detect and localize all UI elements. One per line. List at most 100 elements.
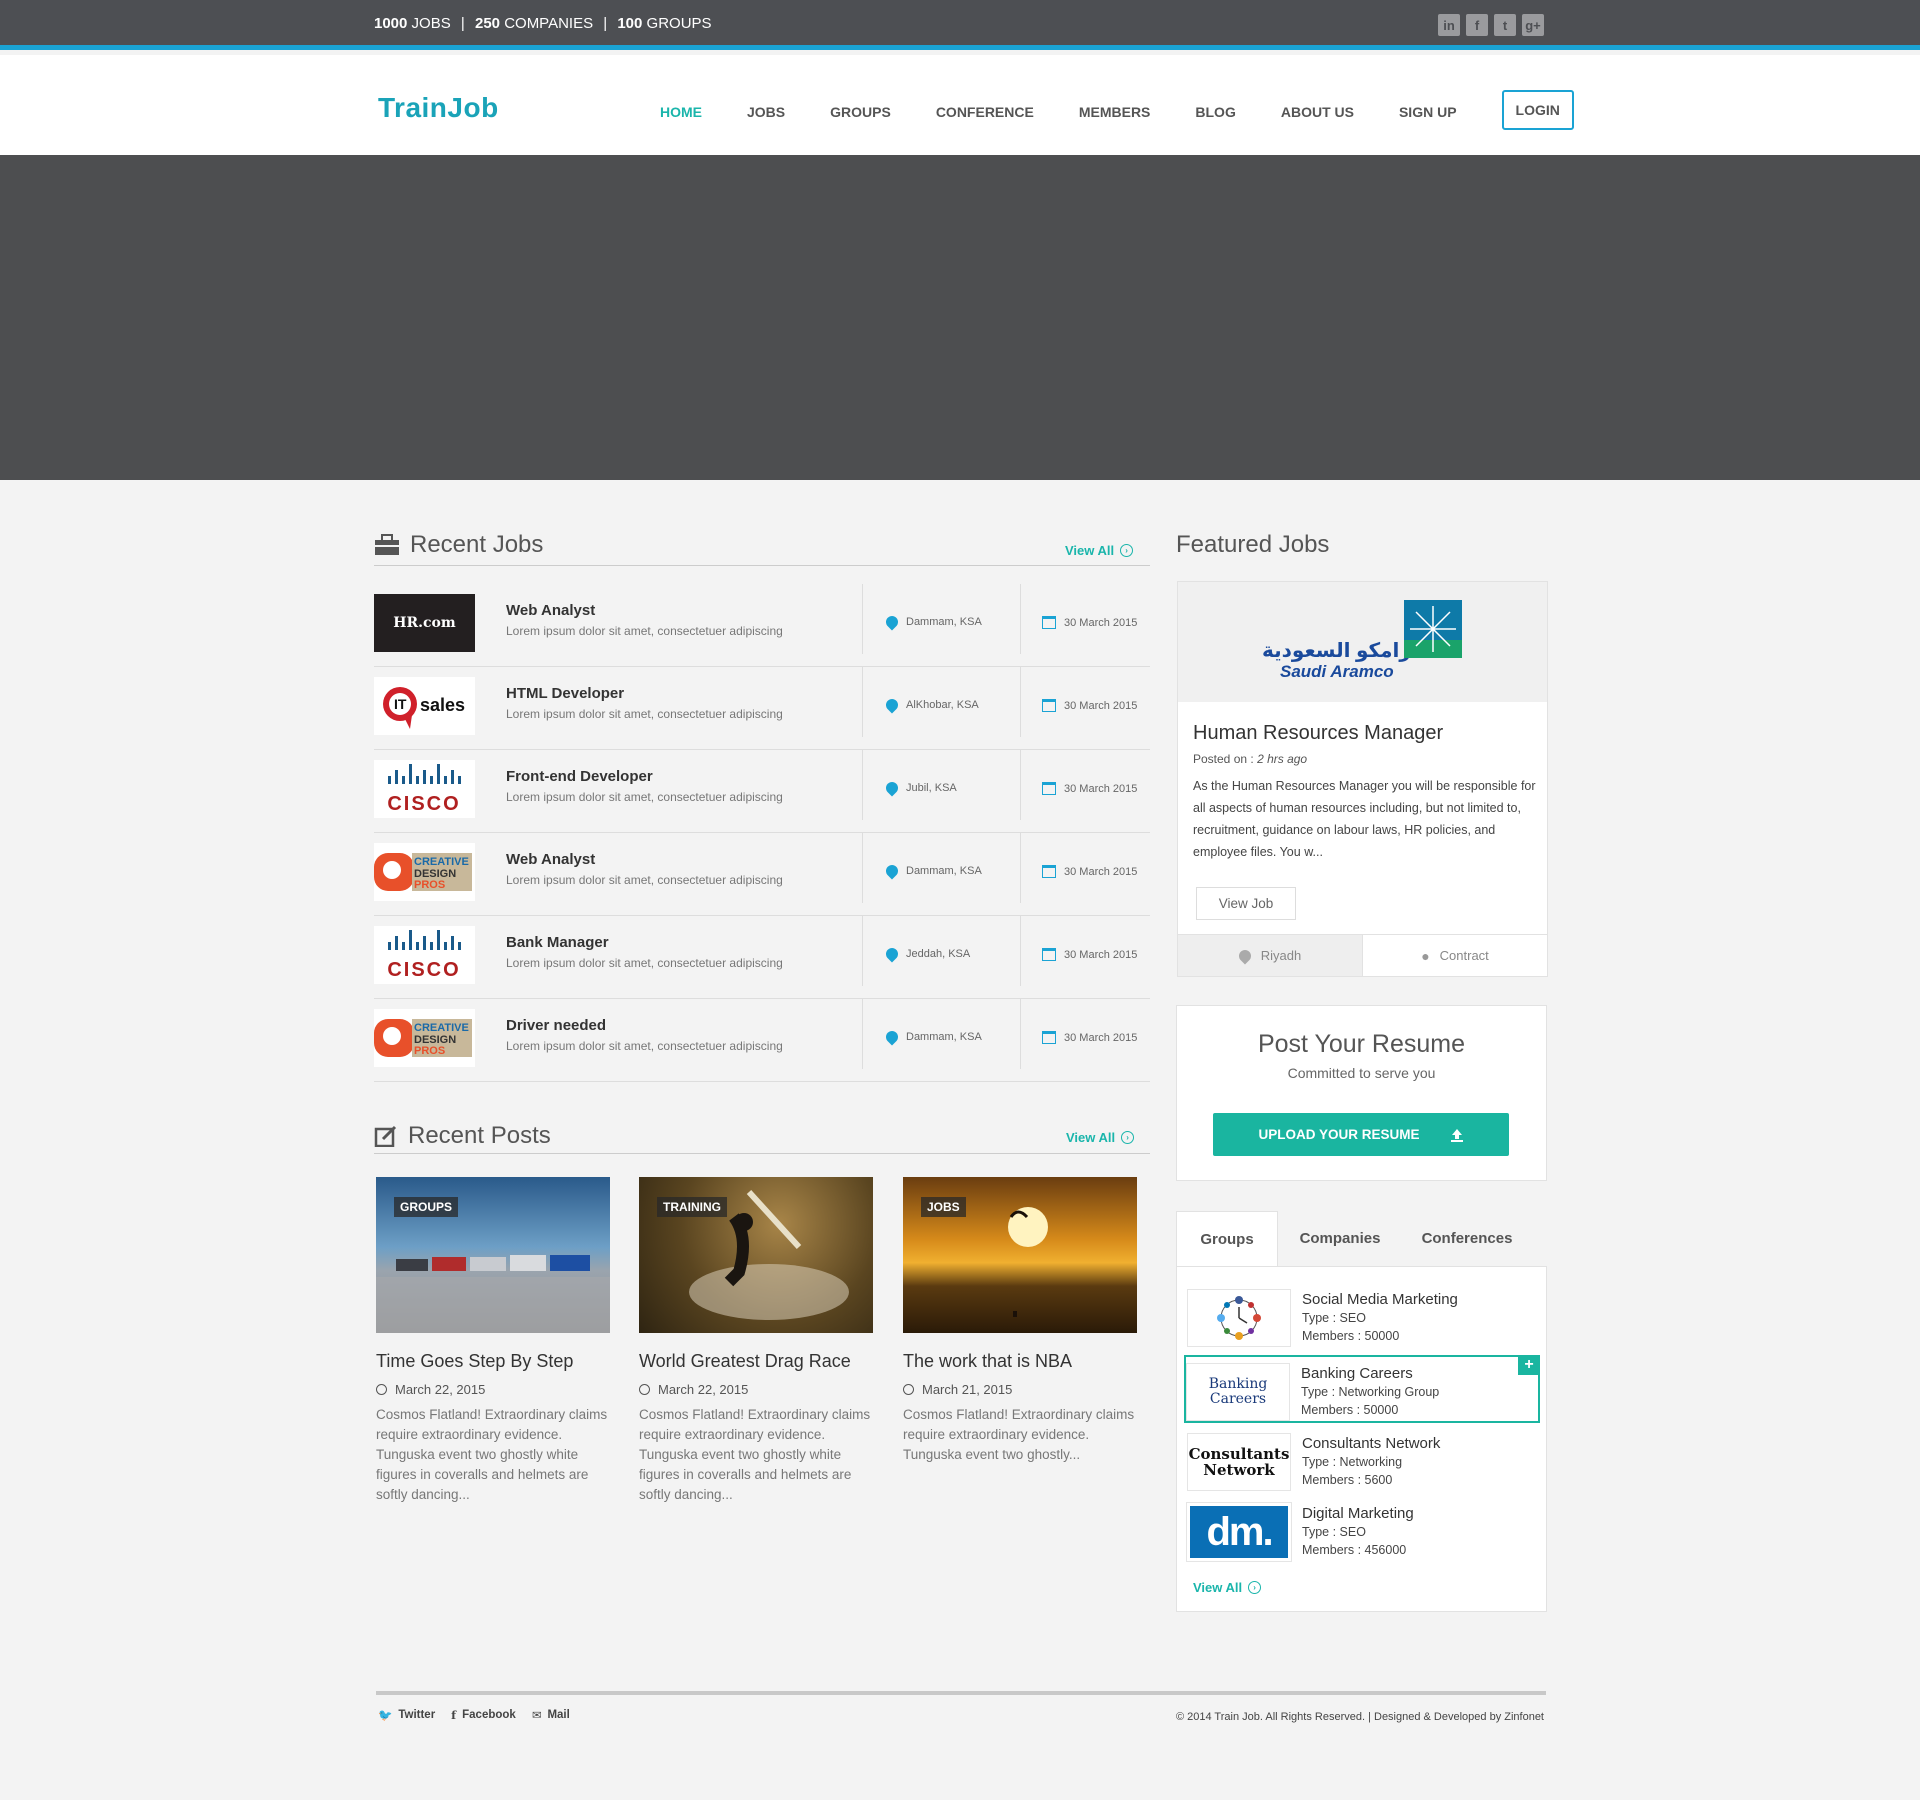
post-image[interactable]: JOBS [903, 1177, 1137, 1333]
group-item[interactable]: Consultants Network Consultants Network … [1187, 1427, 1538, 1495]
job-row[interactable]: IT sales HTML Developer Lorem ipsum dolor s… [374, 667, 1150, 750]
post-category-tag[interactable]: JOBS [921, 1197, 966, 1217]
aramco-star-icon [1404, 600, 1462, 658]
nav-blog[interactable]: BLOG [1195, 92, 1235, 130]
post-excerpt: Cosmos Flatland! Extraordinary claims re… [903, 1407, 1135, 1462]
tab-conferences[interactable]: Conferences [1402, 1211, 1532, 1266]
upload-resume-label: UPLOAD YOUR RESUME [1258, 1127, 1420, 1142]
nav-about-us[interactable]: ABOUT US [1281, 92, 1354, 130]
job-title[interactable]: Driver needed [506, 1017, 606, 1034]
group-logo: Consultants Network [1187, 1433, 1291, 1491]
column-divider [862, 584, 863, 654]
add-group-button[interactable]: + [1518, 1355, 1540, 1375]
job-row[interactable]: CREATIVE DESIGN PROS Web Analyst Lorem ipsum… [374, 833, 1150, 916]
location-pin-icon [1236, 947, 1254, 964]
nav-members[interactable]: MEMBERS [1079, 92, 1151, 130]
groups-panel: Social Media Marketing Type : SEO Member… [1176, 1266, 1547, 1612]
post-card[interactable]: TRAINING World Greatest Drag Race March … [639, 1177, 873, 1505]
googleplus-icon[interactable]: g+ [1522, 14, 1544, 36]
company-logo[interactable]: CREATIVE DESIGN PROS [374, 1009, 475, 1067]
job-row[interactable]: CISCO Front-end Developer Lorem ipsum dolo… [374, 750, 1150, 833]
job-row[interactable]: CREATIVE DESIGN PROS Driver needed Lorem ips… [374, 999, 1150, 1082]
digital-marketing-logo: dm. [1206, 1509, 1273, 1554]
footer-facebook[interactable]: f Facebook [451, 1708, 516, 1722]
nav-groups[interactable]: GROUPS [830, 92, 891, 130]
company-logo[interactable]: IT sales [374, 677, 475, 735]
post-title[interactable]: Time Goes Step By Step [376, 1351, 610, 1372]
post-date: March 21, 2015 [903, 1382, 1137, 1397]
site-header: TrainJob HOME JOBS GROUPS CONFERENCE MEM… [0, 55, 1920, 155]
post-card[interactable]: JOBS The work that is NBA March 21, 2015… [903, 1177, 1137, 1465]
job-location-text: Jubil, KSA [906, 782, 957, 794]
post-image[interactable]: GROUPS [376, 1177, 610, 1333]
facebook-label: Facebook [462, 1709, 516, 1721]
company-logo[interactable]: CISCO [374, 760, 475, 818]
column-divider [862, 750, 863, 820]
post-title[interactable]: World Greatest Drag Race [639, 1351, 873, 1372]
post-card[interactable]: GROUPS Time Goes Step By Step March 22, … [376, 1177, 610, 1505]
job-title[interactable]: Bank Manager [506, 934, 609, 951]
job-title[interactable]: Front-end Developer [506, 768, 653, 785]
column-divider [862, 667, 863, 737]
post-category-tag[interactable]: TRAINING [657, 1197, 727, 1217]
group-name[interactable]: Social Media Marketing [1302, 1291, 1458, 1308]
featured-posted: Posted on : 2 hrs ago [1193, 752, 1307, 766]
view-job-button[interactable]: View Job [1196, 887, 1296, 920]
column-divider [1020, 750, 1021, 820]
edit-icon [374, 1125, 397, 1147]
facebook-icon[interactable]: f [1466, 14, 1488, 36]
tab-companies[interactable]: Companies [1278, 1211, 1402, 1266]
footer-mail[interactable]: ✉ Mail [532, 1708, 570, 1722]
post-title[interactable]: The work that is NBA [903, 1351, 1137, 1372]
nav-sign-up[interactable]: SIGN UP [1399, 92, 1457, 130]
briefcase-icon [375, 534, 399, 555]
post-excerpt: Cosmos Flatland! Extraordinary claims re… [376, 1407, 608, 1502]
company-logo-saudi-aramco[interactable]: ارامكو السعودية Saudi Aramco [1178, 582, 1547, 702]
job-title[interactable]: Web Analyst [506, 602, 595, 619]
twitter-icon[interactable]: t [1494, 14, 1516, 36]
group-name[interactable]: Consultants Network [1302, 1435, 1440, 1452]
group-type: Type : SEO [1302, 1311, 1366, 1325]
job-row[interactable]: CISCO Bank Manager Lorem ipsum dolor sit a… [374, 916, 1150, 999]
job-location-text: Dammam, KSA [906, 616, 982, 628]
post-resume-box: Post Your Resume Committed to serve you … [1176, 1005, 1547, 1181]
location-pin-icon [883, 945, 901, 963]
recent-posts-view-all[interactable]: View All › [1066, 1130, 1135, 1145]
group-logo: Banking Careers [1186, 1363, 1290, 1421]
job-description: Lorem ipsum dolor sit amet, consectetuer… [506, 624, 783, 638]
group-logo [1187, 1289, 1291, 1347]
group-item[interactable]: Banking Careers Banking Careers Type : N… [1184, 1355, 1540, 1423]
group-item[interactable]: dm. Digital Marketing Type : SEO Members… [1186, 1497, 1538, 1565]
site-logo[interactable]: TrainJob [378, 92, 499, 124]
column-divider [1020, 833, 1021, 903]
posted-value: 2 hrs ago [1257, 752, 1308, 766]
login-button[interactable]: LOGIN [1501, 90, 1574, 130]
chevron-right-icon: › [1248, 1581, 1262, 1594]
footer-twitter[interactable]: 🐦 Twitter [378, 1708, 435, 1722]
linkedin-icon[interactable]: in [1438, 14, 1460, 36]
company-logo[interactable]: CREATIVE DESIGN PROS [374, 843, 475, 901]
job-title[interactable]: Web Analyst [506, 851, 595, 868]
post-date-text: March 22, 2015 [395, 1382, 486, 1397]
nav-home[interactable]: HOME [660, 92, 702, 130]
recent-jobs-view-all[interactable]: View All › [1065, 543, 1134, 558]
nav-conference[interactable]: CONFERENCE [936, 92, 1034, 130]
group-item[interactable]: Social Media Marketing Type : SEO Member… [1187, 1283, 1538, 1351]
groups-view-all[interactable]: View All › [1193, 1580, 1262, 1595]
job-date: 30 March 2015 [1042, 1031, 1137, 1044]
tab-groups[interactable]: Groups [1176, 1211, 1278, 1266]
upload-resume-button[interactable]: UPLOAD YOUR RESUME [1213, 1113, 1509, 1156]
nav-jobs[interactable]: JOBS [747, 92, 785, 130]
job-row[interactable]: HR.com Web Analyst Lorem ipsum dolor sit a… [374, 584, 1150, 667]
post-category-tag[interactable]: GROUPS [394, 1197, 459, 1217]
group-name[interactable]: Digital Marketing [1302, 1505, 1414, 1522]
post-image[interactable]: TRAINING [639, 1177, 873, 1333]
featured-job-title[interactable]: Human Resources Manager [1193, 722, 1443, 745]
user-icon: ● [1421, 947, 1430, 964]
company-logo[interactable]: CISCO [374, 926, 475, 984]
view-all-label: View All [1193, 1580, 1243, 1595]
group-name[interactable]: Banking Careers [1301, 1365, 1413, 1382]
site-stats: 1000 JOBS | 250 COMPANIES | 100 GROUPS [374, 15, 712, 32]
company-logo[interactable]: HR.com [374, 594, 475, 652]
job-title[interactable]: HTML Developer [506, 685, 624, 702]
